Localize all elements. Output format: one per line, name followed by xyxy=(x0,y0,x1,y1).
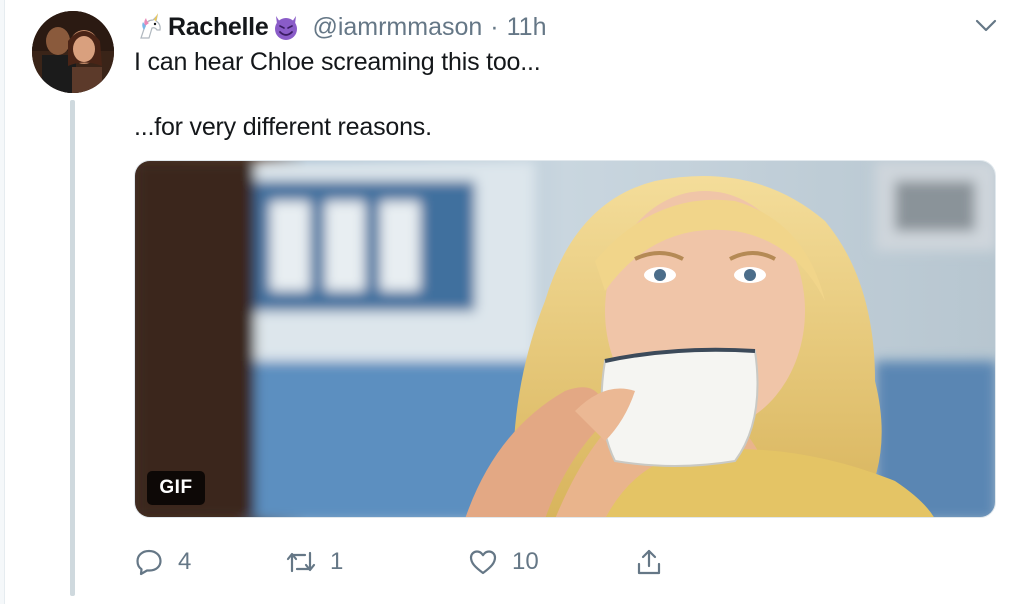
heart-icon xyxy=(468,547,498,577)
retweet-count: 1 xyxy=(330,548,344,575)
retweet-button[interactable]: 1 xyxy=(286,540,343,584)
reply-icon xyxy=(134,547,164,577)
tweet-header: Rachelle @iamrmmason · 11h xyxy=(134,10,546,44)
timestamp[interactable]: 11h xyxy=(507,13,547,42)
gif-badge: GIF xyxy=(147,471,205,505)
tweet-text-line-2: ...for very different reasons. xyxy=(134,113,432,141)
retweet-icon xyxy=(286,547,316,577)
thread-line xyxy=(70,100,75,596)
reply-button[interactable]: 4 xyxy=(134,540,191,584)
gif-frame xyxy=(135,161,995,517)
avatar[interactable] xyxy=(32,11,114,93)
header-separator: · xyxy=(490,12,499,41)
reply-count: 4 xyxy=(178,548,192,575)
share-icon xyxy=(634,547,664,577)
tweet-text-line-1: I can hear Chloe screaming this too... xyxy=(134,48,541,76)
tweet-card[interactable]: Rachelle @iamrmmason · 11h I can hear Ch… xyxy=(0,0,1024,604)
like-button[interactable]: 10 xyxy=(468,540,539,584)
gif-media[interactable]: GIF xyxy=(134,160,996,518)
timeline-left-edge xyxy=(0,0,5,604)
like-count: 10 xyxy=(512,548,539,575)
share-button[interactable] xyxy=(634,540,664,584)
display-name[interactable]: Rachelle xyxy=(168,13,269,42)
unicorn-icon xyxy=(134,11,166,43)
user-handle[interactable]: @iamrmmason xyxy=(312,13,482,42)
smiling-devil-icon xyxy=(270,11,302,43)
tweet-actions: 4 1 10 xyxy=(134,540,694,584)
more-options-chevron-down-icon[interactable] xyxy=(972,12,1000,40)
